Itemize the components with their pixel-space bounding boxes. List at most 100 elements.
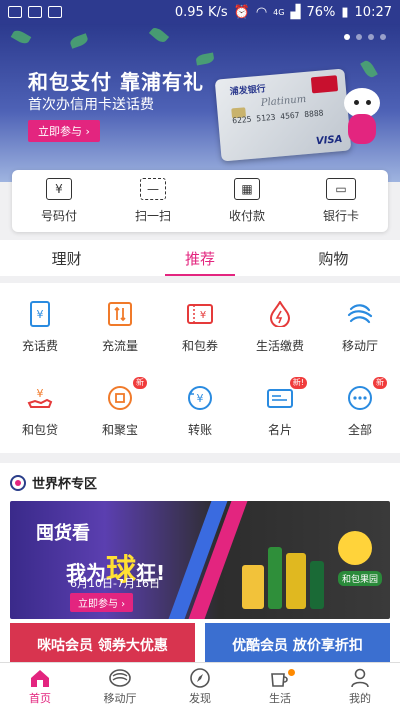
mobile-hall-icon (347, 301, 373, 327)
nav-discover[interactable]: 发现 (160, 663, 240, 710)
world-cup-promo-banner[interactable]: 囤货看 我为球狂! 6月10日-7月16日 立即参与 › 和包果园 (10, 501, 390, 619)
youku-membership-card[interactable]: 优酷会员 放价享折扣 (205, 623, 390, 667)
tab-finance[interactable]: 理财 (0, 240, 133, 276)
snack-can-icon (286, 553, 306, 609)
section-title: 世界杯专区 (32, 477, 98, 492)
service-data-recharge[interactable]: 充流量 (80, 283, 160, 363)
nav-label: 我的 (349, 691, 371, 705)
promo-cta-button[interactable]: 立即参与 › (70, 593, 134, 612)
service-transfer[interactable]: ¥ 转账 (160, 367, 240, 447)
status-bar: 0.95 K/s ⏰ ◠ 4G ▟ 76% ▮ 10:27 (0, 0, 400, 24)
card-brand: VISA (315, 133, 343, 148)
more-icon: 新 (347, 377, 387, 411)
qr-code-icon: ▦ (234, 178, 260, 200)
quick-action-label: 收付款 (228, 209, 265, 223)
service-label: 名片 (267, 423, 292, 437)
service-label: 和包贷 (21, 423, 58, 437)
bottom-navigation: 首页 移动厅 发现 生活 我的 (0, 662, 400, 710)
svg-text:¥: ¥ (200, 310, 206, 321)
carousel-indicator (344, 34, 386, 40)
carousel-dot (356, 34, 362, 40)
card-number: 6225 5123 4567 8888 (231, 108, 324, 126)
wifi-icon: ◠ (255, 4, 268, 20)
svg-text:¥: ¥ (197, 392, 204, 405)
banner-title: 和包支付 靠浦有礼 (28, 70, 204, 94)
home-icon (29, 668, 51, 688)
leaf-decoration-icon (360, 58, 378, 80)
quick-actions: ¥ 号码付 — 扫一扫 ▦ 收付款 ▭ 银行卡 (12, 170, 388, 232)
message-notification-icon (28, 6, 42, 18)
service-all[interactable]: 新 全部 (320, 367, 400, 447)
compass-icon (189, 667, 211, 688)
carousel-dot (344, 34, 350, 40)
battery-icon: ▮ (341, 4, 349, 20)
quick-action-phone-pay[interactable]: ¥ 号码付 (12, 170, 106, 232)
phone-recharge-icon: ¥ (27, 301, 53, 327)
banner-cta-button[interactable]: 立即参与 › (28, 120, 100, 142)
quick-action-scan[interactable]: — 扫一扫 (106, 170, 200, 232)
migu-membership-card[interactable]: 咪咕会员 领券大优惠 (10, 623, 195, 667)
phone-pay-icon: ¥ (46, 178, 72, 200)
service-label: 和包券 (181, 339, 218, 353)
new-badge: 新! (289, 377, 307, 389)
network-speed: 0.95 K/s (174, 4, 228, 20)
clock: 10:27 (354, 4, 392, 20)
service-treasure[interactable]: 新 和聚宝 (80, 367, 160, 447)
svg-text:¥: ¥ (37, 387, 44, 400)
quick-action-receive-pay[interactable]: ▦ 收付款 (200, 170, 294, 232)
app-notification-icon (48, 6, 62, 18)
mascot-label: 和包果园 (337, 571, 382, 586)
image-notification-icon (8, 6, 22, 18)
service-label: 全部 (347, 423, 372, 437)
mobile-hall-nav-icon (109, 668, 131, 688)
service-mobile-hall[interactable]: 移动厅 (320, 283, 400, 363)
notification-dot (288, 669, 295, 676)
service-business-card[interactable]: 新! 名片 (240, 367, 320, 447)
service-label: 移动厅 (341, 339, 378, 353)
service-label: 和聚宝 (101, 423, 138, 437)
credit-card-image: 浦发银行 Platinum 6225 5123 4567 8888 VISA (214, 68, 352, 162)
category-tabs: 理财 推荐 购物 (0, 240, 400, 276)
quick-action-label: 扫一扫 (134, 209, 171, 223)
user-icon (349, 668, 371, 688)
treasure-icon: 新 (107, 377, 147, 411)
card-bank-name: 浦发银行 (229, 84, 267, 98)
promo-line1: 囤货看 (36, 523, 90, 544)
nav-life[interactable]: 生活 (240, 663, 320, 710)
mascot-icon (342, 88, 382, 146)
service-coupon[interactable]: ¥ 和包券 (160, 283, 240, 363)
battery-level: 76% (306, 4, 336, 20)
banner-subtitle: 首次办信用卡送话费 (28, 97, 154, 113)
leaf-decoration-icon (10, 28, 32, 46)
card-tier: Platinum (260, 93, 307, 109)
carousel-dot (368, 34, 374, 40)
leaf-decoration-icon (195, 52, 215, 66)
nav-label: 生活 (269, 691, 291, 705)
beer-glass-icon (242, 565, 264, 609)
service-label: 生活缴费 (255, 339, 304, 353)
quick-action-label: 号码付 (40, 209, 77, 223)
utility-icon (267, 301, 293, 327)
tab-shopping[interactable]: 购物 (267, 240, 400, 276)
services-grid: ¥ 充话费 充流量 ¥ 和包券 生活缴费 移动厅 ¥ 和包贷 新 和聚宝 ¥ 转… (0, 283, 400, 453)
service-loan[interactable]: ¥ 和包贷 (0, 367, 80, 447)
nav-mine[interactable]: 我的 (320, 663, 400, 710)
quick-action-label: 银行卡 (322, 209, 359, 223)
service-utility-payment[interactable]: 生活缴费 (240, 283, 320, 363)
nav-home[interactable]: 首页 (0, 663, 80, 710)
tab-recommend[interactable]: 推荐 (133, 240, 266, 276)
nav-mobile-hall[interactable]: 移动厅 (80, 663, 160, 710)
service-label: 转账 (187, 423, 212, 437)
network-type: 4G (273, 7, 285, 17)
business-card-icon: 新! (267, 377, 307, 411)
promo-banner[interactable]: 和包支付 靠浦有礼 首次办信用卡送话费 立即参与 › 浦发银行 Platinum… (0, 24, 400, 182)
service-phone-recharge[interactable]: ¥ 充话费 (0, 283, 80, 363)
alarm-icon: ⏰ (233, 4, 250, 20)
unionpay-logo-icon (310, 75, 339, 94)
fruit-mascot-icon (338, 531, 372, 565)
data-recharge-icon (107, 301, 133, 327)
nav-label: 移动厅 (103, 691, 137, 705)
quick-action-bank-card[interactable]: ▭ 银行卡 (294, 170, 388, 232)
scan-icon: — (140, 178, 166, 200)
signal-icon: ▟ (290, 4, 301, 20)
